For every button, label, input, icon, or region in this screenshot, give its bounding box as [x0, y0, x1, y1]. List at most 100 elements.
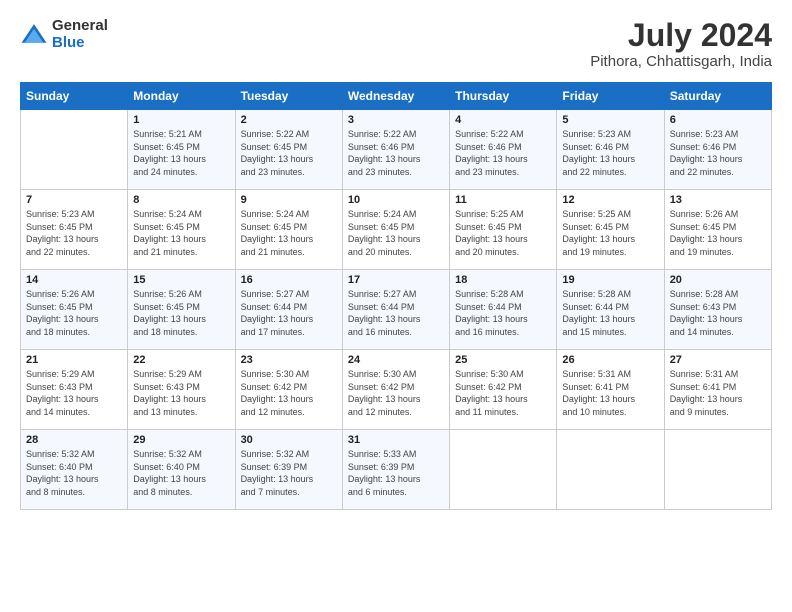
- calendar-cell: 5 Sunrise: 5:23 AM Sunset: 6:46 PM Daylig…: [557, 110, 664, 190]
- day-info: Sunrise: 5:31 AM Sunset: 6:41 PM Dayligh…: [670, 368, 766, 418]
- calendar-cell: 9 Sunrise: 5:24 AM Sunset: 6:45 PM Daylig…: [235, 190, 342, 270]
- day-info: Sunrise: 5:24 AM Sunset: 6:45 PM Dayligh…: [241, 208, 337, 258]
- day-info: Sunrise: 5:23 AM Sunset: 6:46 PM Dayligh…: [670, 128, 766, 178]
- day-number: 3: [348, 114, 444, 126]
- title-block: July 2024 Pithora, Chhattisgarh, India: [590, 18, 772, 70]
- day-number: 13: [670, 194, 766, 206]
- day-number: 10: [348, 194, 444, 206]
- calendar-cell: 3Sunrise: 5:22 AM Sunset: 6:46 PM Daylig…: [342, 110, 449, 190]
- calendar-body: 1Sunrise: 5:21 AM Sunset: 6:45 PM Daylig…: [21, 110, 772, 510]
- calendar-cell: 4 Sunrise: 5:22 AM Sunset: 6:46 PM Daylig…: [450, 110, 557, 190]
- calendar-cell: 20Sunrise: 5:28 AM Sunset: 6:43 PM Dayli…: [664, 270, 771, 350]
- day-number: 1: [133, 114, 229, 126]
- calendar-table: Sunday Monday Tuesday Wednesday Thursday…: [20, 82, 772, 510]
- header-friday: Friday: [557, 83, 664, 110]
- day-info: Sunrise: 5:22 AM Sunset: 6:45 PM Dayligh…: [241, 128, 337, 178]
- calendar-cell: 14Sunrise: 5:26 AM Sunset: 6:45 PM Dayli…: [21, 270, 128, 350]
- logo-text: General Blue: [52, 18, 108, 51]
- calendar-cell: 27 Sunrise: 5:31 AM Sunset: 6:41 PM Dayli…: [664, 350, 771, 430]
- day-info: Sunrise: 5:28 AM Sunset: 6:43 PM Dayligh…: [670, 288, 766, 338]
- calendar-cell: 13Sunrise: 5:26 AM Sunset: 6:45 PM Dayli…: [664, 190, 771, 270]
- day-number: 5: [562, 114, 658, 126]
- calendar-cell: [21, 110, 128, 190]
- day-number: 4: [455, 114, 551, 126]
- calendar-cell: 1Sunrise: 5:21 AM Sunset: 6:45 PM Daylig…: [128, 110, 235, 190]
- day-number: 8: [133, 194, 229, 206]
- day-number: 22: [133, 354, 229, 366]
- day-number: 23: [241, 354, 337, 366]
- day-number: 25: [455, 354, 551, 366]
- day-number: 18: [455, 274, 551, 286]
- day-info: Sunrise: 5:25 AM Sunset: 6:45 PM Dayligh…: [562, 208, 658, 258]
- calendar-header: Sunday Monday Tuesday Wednesday Thursday…: [21, 83, 772, 110]
- day-info: Sunrise: 5:23 AM Sunset: 6:46 PM Dayligh…: [562, 128, 658, 178]
- header-row: Sunday Monday Tuesday Wednesday Thursday…: [21, 83, 772, 110]
- header-sunday: Sunday: [21, 83, 128, 110]
- calendar-cell: [557, 430, 664, 510]
- calendar-week-1: 1Sunrise: 5:21 AM Sunset: 6:45 PM Daylig…: [21, 110, 772, 190]
- calendar-cell: 17Sunrise: 5:27 AM Sunset: 6:44 PM Dayli…: [342, 270, 449, 350]
- calendar-cell: 6Sunrise: 5:23 AM Sunset: 6:46 PM Daylig…: [664, 110, 771, 190]
- day-info: Sunrise: 5:33 AM Sunset: 6:39 PM Dayligh…: [348, 448, 444, 498]
- day-number: 11: [455, 194, 551, 206]
- calendar-cell: 29 Sunrise: 5:32 AM Sunset: 6:40 PM Dayli…: [128, 430, 235, 510]
- day-number: 27: [670, 354, 766, 366]
- day-info: Sunrise: 5:30 AM Sunset: 6:42 PM Dayligh…: [348, 368, 444, 418]
- day-info: Sunrise: 5:26 AM Sunset: 6:45 PM Dayligh…: [133, 288, 229, 338]
- day-info: Sunrise: 5:29 AM Sunset: 6:43 PM Dayligh…: [133, 368, 229, 418]
- day-info: Sunrise: 5:29 AM Sunset: 6:43 PM Dayligh…: [26, 368, 122, 418]
- calendar-cell: 25Sunrise: 5:30 AM Sunset: 6:42 PM Dayli…: [450, 350, 557, 430]
- calendar-cell: 31Sunrise: 5:33 AM Sunset: 6:39 PM Dayli…: [342, 430, 449, 510]
- day-info: Sunrise: 5:28 AM Sunset: 6:44 PM Dayligh…: [455, 288, 551, 338]
- day-number: 7: [26, 194, 122, 206]
- day-number: 26: [562, 354, 658, 366]
- calendar-week-4: 21 Sunrise: 5:29 AM Sunset: 6:43 PM Dayli…: [21, 350, 772, 430]
- day-info: Sunrise: 5:24 AM Sunset: 6:45 PM Dayligh…: [348, 208, 444, 258]
- page: General Blue July 2024 Pithora, Chhattis…: [0, 0, 792, 520]
- calendar-cell: 16Sunrise: 5:27 AM Sunset: 6:44 PM Dayli…: [235, 270, 342, 350]
- location: Pithora, Chhattisgarh, India: [590, 53, 772, 70]
- day-info: Sunrise: 5:28 AM Sunset: 6:44 PM Dayligh…: [562, 288, 658, 338]
- calendar-cell: [664, 430, 771, 510]
- header-wednesday: Wednesday: [342, 83, 449, 110]
- day-info: Sunrise: 5:22 AM Sunset: 6:46 PM Dayligh…: [455, 128, 551, 178]
- calendar-cell: 30Sunrise: 5:32 AM Sunset: 6:39 PM Dayli…: [235, 430, 342, 510]
- calendar-week-2: 7 Sunrise: 5:23 AM Sunset: 6:45 PM Daylig…: [21, 190, 772, 270]
- calendar-week-3: 14 Sunrise: 5:26 AM Sunset: 6:45 PM Dayli…: [21, 270, 772, 350]
- header: General Blue July 2024 Pithora, Chhattis…: [20, 18, 772, 70]
- day-number: 12: [562, 194, 658, 206]
- calendar-cell: 15 Sunrise: 5:26 AM Sunset: 6:45 PM Dayli…: [128, 270, 235, 350]
- header-tuesday: Tuesday: [235, 83, 342, 110]
- day-number: 15: [133, 274, 229, 286]
- calendar-cell: 26 Sunrise: 5:31 AM Sunset: 6:41 PM Dayli…: [557, 350, 664, 430]
- calendar-cell: 8 Sunrise: 5:24 AM Sunset: 6:45 PM Daylig…: [128, 190, 235, 270]
- logo-icon: [20, 21, 48, 49]
- calendar-cell: 12 Sunrise: 5:25 AM Sunset: 6:45 PM Dayli…: [557, 190, 664, 270]
- calendar-cell: 21 Sunrise: 5:29 AM Sunset: 6:43 PM Dayli…: [21, 350, 128, 430]
- logo-general: General: [52, 17, 108, 34]
- day-info: Sunrise: 5:32 AM Sunset: 6:40 PM Dayligh…: [26, 448, 122, 498]
- calendar-week-5: 28Sunrise: 5:32 AM Sunset: 6:40 PM Dayli…: [21, 430, 772, 510]
- day-info: Sunrise: 5:27 AM Sunset: 6:44 PM Dayligh…: [348, 288, 444, 338]
- day-info: Sunrise: 5:32 AM Sunset: 6:39 PM Dayligh…: [241, 448, 337, 498]
- calendar-cell: 24Sunrise: 5:30 AM Sunset: 6:42 PM Dayli…: [342, 350, 449, 430]
- calendar-cell: 10 Sunrise: 5:24 AM Sunset: 6:45 PM Dayli…: [342, 190, 449, 270]
- header-monday: Monday: [128, 83, 235, 110]
- calendar-cell: [450, 430, 557, 510]
- calendar-cell: 11 Sunrise: 5:25 AM Sunset: 6:45 PM Dayli…: [450, 190, 557, 270]
- calendar-cell: 18 Sunrise: 5:28 AM Sunset: 6:44 PM Dayli…: [450, 270, 557, 350]
- month-year: July 2024: [590, 18, 772, 53]
- day-number: 9: [241, 194, 337, 206]
- day-info: Sunrise: 5:31 AM Sunset: 6:41 PM Dayligh…: [562, 368, 658, 418]
- calendar-cell: 19Sunrise: 5:28 AM Sunset: 6:44 PM Dayli…: [557, 270, 664, 350]
- day-info: Sunrise: 5:25 AM Sunset: 6:45 PM Dayligh…: [455, 208, 551, 258]
- logo-blue: Blue: [52, 34, 85, 51]
- day-number: 29: [133, 434, 229, 446]
- day-info: Sunrise: 5:23 AM Sunset: 6:45 PM Dayligh…: [26, 208, 122, 258]
- day-info: Sunrise: 5:24 AM Sunset: 6:45 PM Dayligh…: [133, 208, 229, 258]
- calendar-cell: 2Sunrise: 5:22 AM Sunset: 6:45 PM Daylig…: [235, 110, 342, 190]
- day-number: 21: [26, 354, 122, 366]
- day-info: Sunrise: 5:32 AM Sunset: 6:40 PM Dayligh…: [133, 448, 229, 498]
- day-info: Sunrise: 5:30 AM Sunset: 6:42 PM Dayligh…: [241, 368, 337, 418]
- day-number: 14: [26, 274, 122, 286]
